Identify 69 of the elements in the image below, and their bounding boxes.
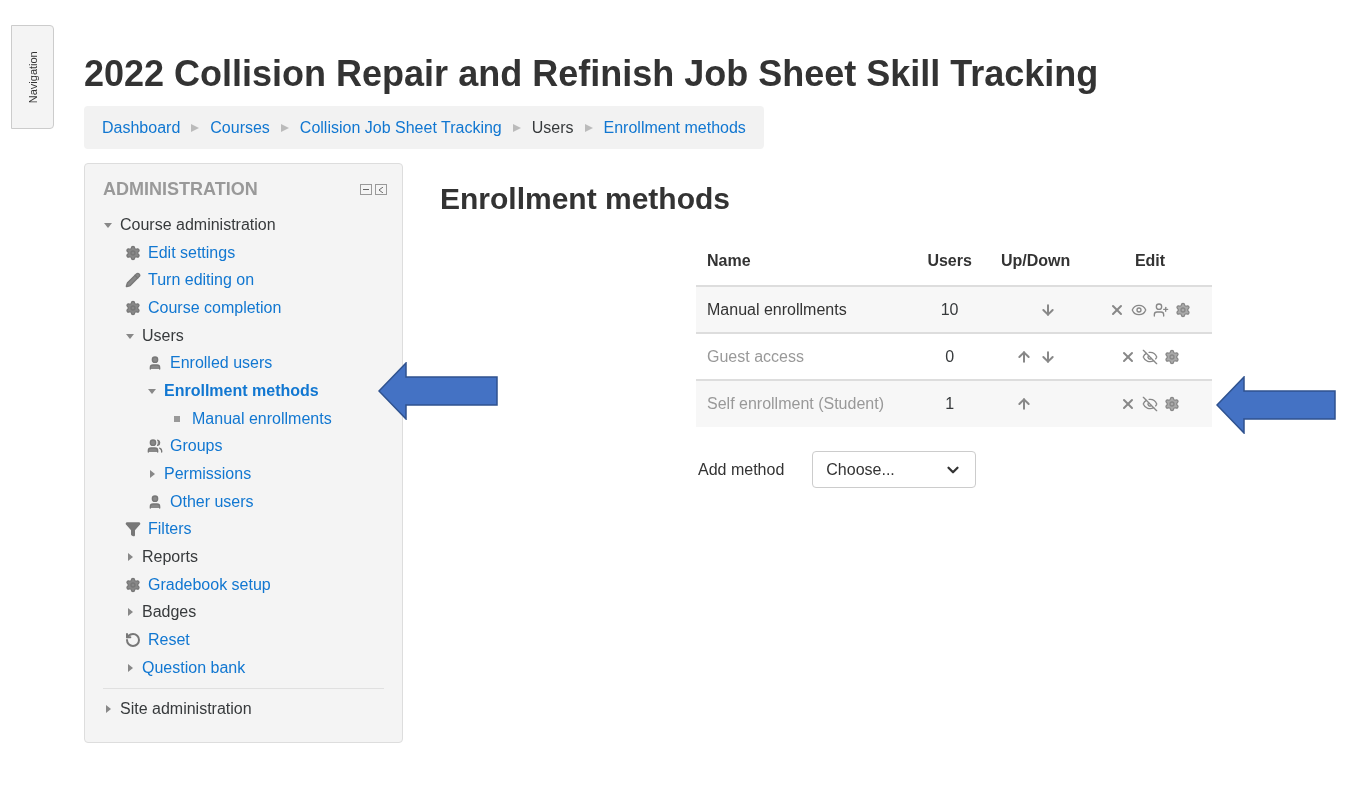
nav-link[interactable]: Gradebook setup bbox=[148, 572, 271, 597]
nav-link[interactable]: Manual enrollments bbox=[192, 406, 332, 431]
nav-link[interactable]: Edit settings bbox=[148, 240, 236, 265]
bullet-icon bbox=[174, 415, 180, 422]
nav-link[interactable]: Turn editing on bbox=[148, 268, 255, 293]
nav-item[interactable]: Badges bbox=[142, 600, 197, 625]
breadcrumb-item: Users bbox=[531, 117, 574, 138]
gear-icon[interactable] bbox=[1175, 301, 1191, 318]
user-icon bbox=[147, 355, 163, 372]
breadcrumb-link[interactable]: Courses bbox=[210, 115, 270, 140]
caret-right-icon[interactable] bbox=[147, 469, 157, 480]
nav-link[interactable]: Groups bbox=[170, 434, 223, 459]
nav-link[interactable]: Permissions bbox=[164, 462, 252, 487]
caret-right-icon[interactable] bbox=[125, 552, 135, 563]
column-header: Up/Down bbox=[1000, 252, 1071, 269]
eye-slash-icon[interactable] bbox=[1142, 348, 1158, 365]
nav-link[interactable]: Filters bbox=[148, 517, 192, 542]
breadcrumb-link[interactable]: Enrollment methods bbox=[603, 115, 746, 140]
filter-icon bbox=[125, 521, 141, 538]
nav-item[interactable]: Reports bbox=[142, 545, 199, 570]
nav-link[interactable]: Course completion bbox=[148, 295, 282, 320]
method-name: Self enrollment (Student) bbox=[707, 395, 884, 412]
nav-item[interactable]: Users bbox=[142, 323, 184, 348]
gear-icon[interactable] bbox=[1164, 348, 1180, 365]
eye-slash-icon[interactable] bbox=[1142, 396, 1158, 412]
user-icon bbox=[147, 493, 163, 510]
gear-icon[interactable] bbox=[1164, 396, 1180, 412]
user-count: 0 bbox=[945, 347, 955, 365]
user-count: 1 bbox=[945, 395, 955, 412]
arrow-annotation-icon bbox=[378, 362, 498, 420]
column-header: Edit bbox=[1134, 252, 1166, 269]
reset-icon bbox=[125, 632, 141, 649]
caret-right-icon[interactable] bbox=[125, 607, 135, 618]
nav-link[interactable]: Enrolled users bbox=[170, 351, 273, 376]
method-name: Manual enrollments bbox=[707, 300, 847, 318]
column-header: Name bbox=[707, 252, 751, 269]
separator-icon bbox=[279, 122, 290, 133]
field-label: Add method bbox=[698, 459, 785, 480]
delete-icon[interactable] bbox=[1120, 396, 1136, 412]
gear-icon bbox=[125, 244, 141, 261]
nav-link[interactable]: Other users bbox=[170, 489, 254, 514]
section-heading: Enrollment methods bbox=[440, 181, 732, 217]
navigation-drawer-tab[interactable]: Navigation bbox=[11, 25, 54, 129]
column-header: Users bbox=[927, 252, 972, 269]
pencil-icon bbox=[125, 272, 141, 289]
breadcrumb-link[interactable]: Collision Job Sheet Tracking bbox=[299, 115, 502, 140]
separator-icon bbox=[511, 122, 522, 133]
group-icon bbox=[147, 438, 163, 455]
caret-right-icon[interactable] bbox=[125, 662, 135, 673]
collapse-icon[interactable] bbox=[360, 184, 372, 195]
separator-icon bbox=[583, 122, 594, 133]
arrow-annotation-icon bbox=[1216, 376, 1336, 434]
nav-item[interactable]: Site administration bbox=[120, 696, 252, 721]
user-count: 10 bbox=[940, 300, 959, 318]
dock-icon[interactable] bbox=[375, 184, 387, 195]
nav-item[interactable]: Course administration bbox=[120, 212, 276, 237]
caret-right-icon[interactable] bbox=[103, 703, 113, 714]
method-select[interactable]: Choose... bbox=[812, 451, 977, 488]
gear-icon bbox=[125, 576, 141, 593]
nav-link[interactable]: Question bank bbox=[142, 655, 246, 680]
breadcrumb-link[interactable]: Dashboard bbox=[102, 115, 181, 140]
page-title: 2022 Collision Repair and Refinish Job Sheet Skill Tracking bbox=[84, 52, 1100, 96]
nav-link[interactable]: Enrollment methods bbox=[164, 378, 319, 403]
separator-icon bbox=[190, 122, 201, 133]
enrol-users-icon[interactable] bbox=[1153, 301, 1169, 318]
nav-link[interactable]: Reset bbox=[148, 628, 190, 653]
gear-icon bbox=[125, 299, 141, 316]
block-title: ADMINISTRATION bbox=[103, 178, 258, 201]
method-name: Guest access bbox=[707, 347, 804, 365]
